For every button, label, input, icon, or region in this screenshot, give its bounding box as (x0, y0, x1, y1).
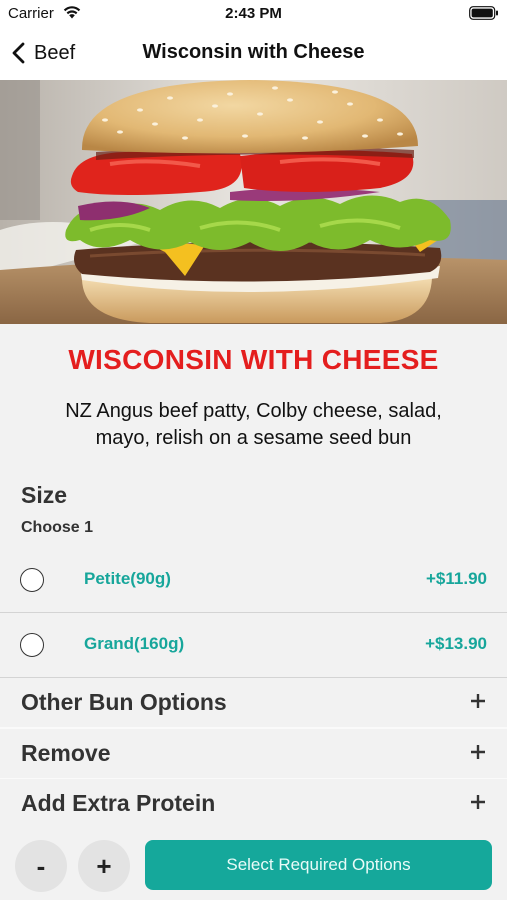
plus-icon (471, 795, 485, 809)
section-add-extra-protein[interactable]: Add Extra Protein (0, 779, 507, 829)
select-required-options-button[interactable]: Select Required Options (145, 840, 492, 890)
chevron-left-icon (12, 42, 25, 64)
burger-photo (0, 80, 507, 324)
option-price: +$11.90 (426, 569, 487, 588)
quantity-increase-button[interactable]: + (78, 840, 130, 892)
option-name: Grand(160g) (84, 634, 185, 653)
radio-button[interactable] (20, 568, 44, 592)
page-title: Wisconsin with Cheese (142, 41, 365, 63)
bottom-action-bar: - + Select Required Options (0, 828, 507, 900)
plus-icon (471, 745, 485, 759)
option-price: +$13.90 (425, 634, 487, 653)
navigation-bar: Beef Wisconsin with Cheese (0, 28, 507, 80)
section-other-bun-options[interactable]: Other Bun Options (0, 678, 507, 728)
section-remove[interactable]: Remove (0, 729, 507, 779)
quantity-decrease-button[interactable]: - (15, 840, 67, 892)
section-label: Add Extra Protein (21, 790, 216, 816)
size-option-grand[interactable]: Grand(160g) +$13.90 (0, 613, 507, 677)
status-time: 2:43 PM (225, 5, 282, 22)
radio-button[interactable] (20, 633, 44, 657)
item-description: NZ Angus beef patty, Colby cheese, salad… (65, 400, 442, 449)
back-label: Beef (34, 41, 76, 64)
section-label: Other Bun Options (21, 689, 227, 715)
back-button[interactable]: Beef (10, 38, 75, 68)
item-title: WISCONSIN WITH CHEESE (68, 344, 439, 375)
size-heading: Size (21, 482, 68, 508)
battery-icon (469, 6, 498, 20)
size-option-petite[interactable]: Petite(90g) +$11.90 (0, 548, 507, 612)
status-bar: Carrier 2:43 PM (0, 0, 507, 28)
size-choose-label: Choose 1 (21, 519, 94, 536)
section-label: Remove (21, 740, 111, 766)
option-name: Petite(90g) (84, 569, 171, 588)
plus-icon (471, 694, 485, 708)
